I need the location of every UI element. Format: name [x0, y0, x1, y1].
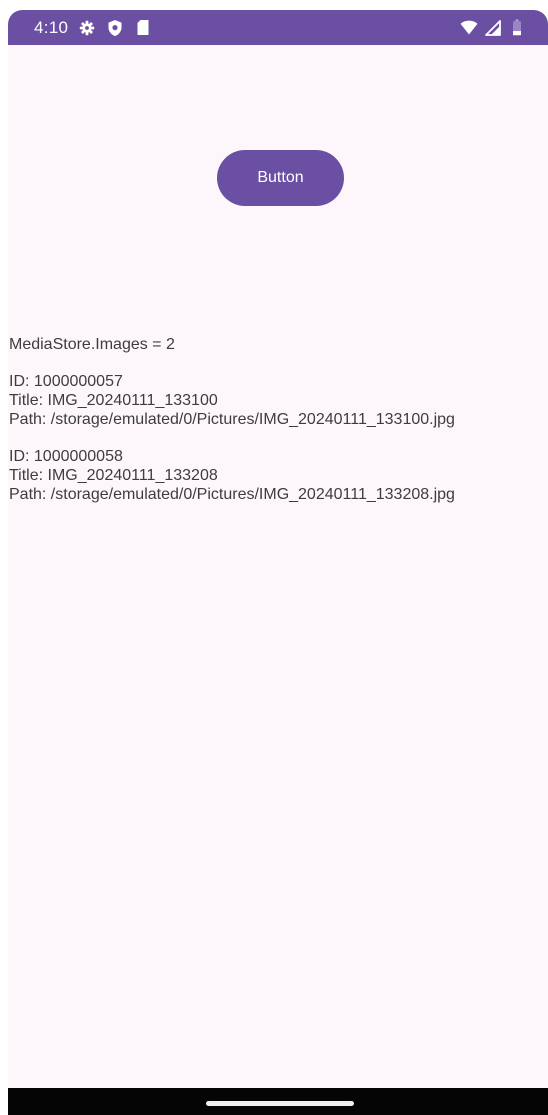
navigation-bar — [8, 1088, 548, 1115]
media-item-2-title: Title: IMG_20240111_133208 — [9, 467, 218, 484]
media-item-2-path: Path: /storage/emulated/0/Pictures/IMG_2… — [9, 486, 455, 503]
wifi-icon — [460, 19, 478, 37]
media-count-text: MediaStore.Images = 2 — [9, 336, 175, 353]
status-bar: 4:10 — [8, 10, 548, 45]
cell-signal-icon — [484, 19, 502, 37]
status-bar-left: 4:10 — [34, 10, 152, 45]
media-info-text: MediaStore.Images = 2 ID: 1000000057 Tit… — [9, 335, 548, 504]
primary-button[interactable]: Button — [217, 150, 344, 206]
media-item-1-path: Path: /storage/emulated/0/Pictures/IMG_2… — [9, 411, 455, 428]
sd-card-icon — [134, 19, 152, 37]
battery-icon — [508, 19, 526, 37]
settings-gear-icon — [78, 19, 96, 37]
media-item-1-id: ID: 1000000057 — [9, 373, 123, 390]
media-item-1-title: Title: IMG_20240111_133100 — [9, 392, 218, 409]
status-bar-right — [460, 10, 526, 45]
media-item-2-id: ID: 1000000058 — [9, 448, 123, 465]
main-content: Button MediaStore.Images = 2 ID: 1000000… — [8, 45, 548, 1088]
shield-icon — [106, 19, 124, 37]
phone-screen: 4:10 Button MediaStore.Images = 2 ID: 10… — [8, 10, 548, 1115]
home-gesture-handle[interactable] — [206, 1101, 354, 1106]
status-clock: 4:10 — [34, 17, 69, 37]
